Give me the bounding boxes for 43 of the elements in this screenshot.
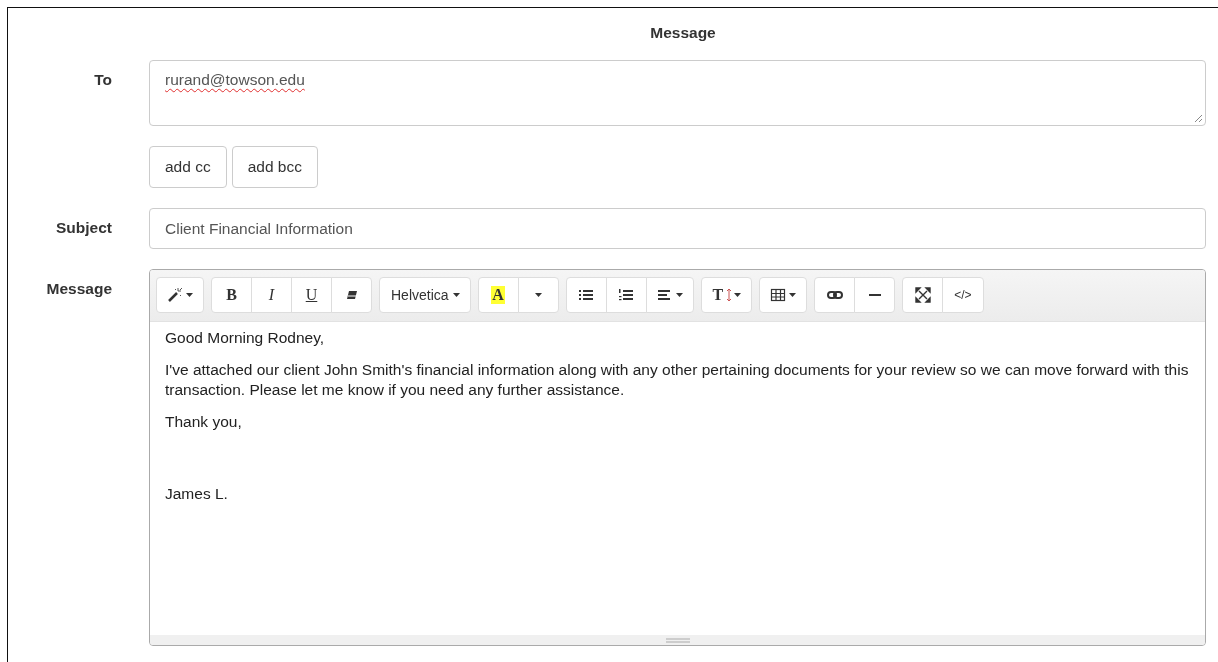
toolbar-button[interactable] [759,277,808,313]
magic-wand-icon [167,287,183,303]
toolbar-button[interactable]: B [211,277,252,313]
numbered-list-icon [618,287,635,303]
horizontal-rule-icon [868,294,881,296]
toolbar-button[interactable] [814,277,856,313]
toolbar-button[interactable] [605,277,647,313]
toolbar-button[interactable] [331,277,372,313]
fullscreen-icon [914,287,931,303]
caret-icon [734,293,742,297]
to-field[interactable]: rurand@towson.edu [149,60,1206,126]
toolbar-button[interactable] [645,277,694,313]
table-icon [770,287,787,303]
toolbar-button[interactable]: A [477,277,519,313]
caret-icon [452,293,460,297]
toolbar-button[interactable]: T [700,277,753,313]
toolbar-button[interactable]: Helvetica [379,277,471,313]
toolbar-button[interactable]: </> [942,277,984,313]
field-label: Message [45,279,112,298]
bulleted-list-icon [578,287,595,303]
caret-icon [186,293,193,297]
toolbar-button[interactable]: I [251,277,292,313]
message-paragraph: James L. [165,484,229,504]
add-recipient-button[interactable]: add cc [149,146,227,188]
field-label: To [93,70,112,89]
form-heading: Message [649,23,717,43]
subject-field[interactable]: Client Financial Information [149,208,1206,249]
arrow-icon [727,289,732,301]
toolbar-button[interactable] [565,277,607,313]
add-recipient-button[interactable]: add bcc [231,146,318,188]
caret-icon [534,293,542,297]
caret-icon [675,293,683,297]
resize-grip-icon[interactable] [1193,113,1203,123]
caret-icon [789,293,797,297]
resize-handle-icon[interactable] [665,637,690,643]
toolbar-button[interactable] [156,277,204,313]
field-label: Subject [55,218,112,237]
message-paragraph: I've attached our client John Smith's financial information along with any other pertaining documents for your review so we can move forward with this transaction. Please let me know if you need any further assistance. [165,360,1190,400]
message-paragraph: Thank you, [165,412,243,432]
toolbar-button[interactable]: U [291,277,332,313]
align-icon [656,287,673,303]
message-paragraph: Good Morning Rodney, [165,328,326,348]
toolbar-button[interactable] [902,277,944,313]
